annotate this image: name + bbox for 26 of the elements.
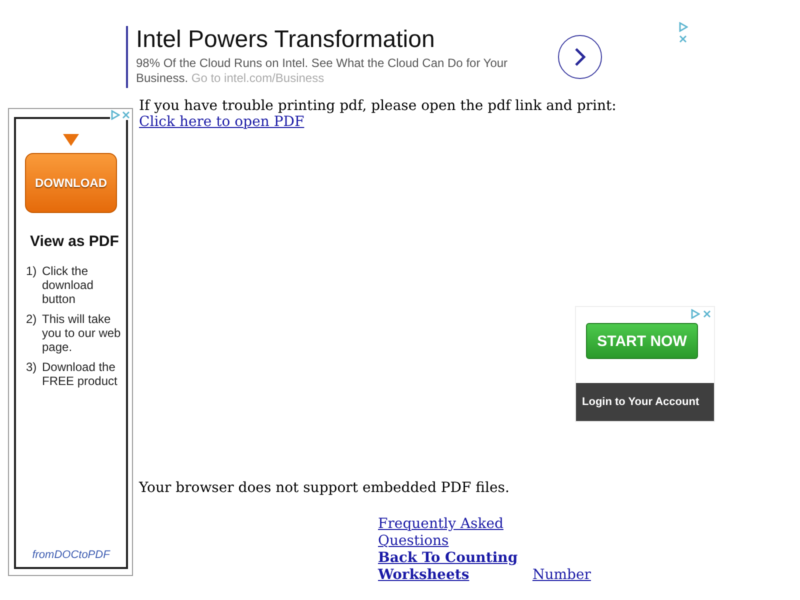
- chevron-icon: [573, 47, 587, 67]
- next-button[interactable]: [558, 35, 602, 79]
- ad-text: 98% Of the Cloud Runs on Intel. See What the Cloud Can Do for Your Business. Go to intel.com/Business: [136, 56, 509, 86]
- ad-title: View as PDF: [30, 233, 120, 250]
- login-link[interactable]: Login to Your Account: [576, 383, 714, 421]
- close-icon[interactable]: [121, 110, 131, 120]
- arrow-down-icon: [63, 134, 79, 146]
- fallback-text: Your browser does not support embedded PDF files.: [139, 480, 510, 496]
- ad-headline[interactable]: Intel Powers Transformation: [136, 26, 536, 54]
- adchoices-icon[interactable]: [110, 110, 120, 120]
- step-number: 2): [26, 312, 38, 328]
- notice-text: If you have trouble printing pdf, please open the pdf link and print:: [139, 98, 618, 114]
- step-text: This will take you to our web page.: [42, 312, 122, 354]
- brand-logo[interactable]: fromDOCtoPDF: [16, 549, 126, 561]
- nav-link[interactable]: Number: [532, 567, 591, 583]
- close-icon[interactable]: [702, 309, 712, 319]
- open-pdf-link[interactable]: Click here to open PDF: [139, 114, 304, 130]
- adchoices-icon[interactable]: [678, 22, 688, 32]
- step-text: Download the FREE product: [42, 360, 118, 388]
- adchoices-icon[interactable]: [690, 309, 700, 319]
- step-number: 1): [26, 264, 38, 280]
- step-text: Click the download button: [42, 264, 94, 306]
- close-icon[interactable]: [678, 34, 688, 44]
- nav-link[interactable]: Back To Counting Worksheets: [378, 550, 528, 584]
- nav-link[interactable]: Frequently Asked Questions: [378, 516, 513, 550]
- step-number: 3): [26, 360, 38, 376]
